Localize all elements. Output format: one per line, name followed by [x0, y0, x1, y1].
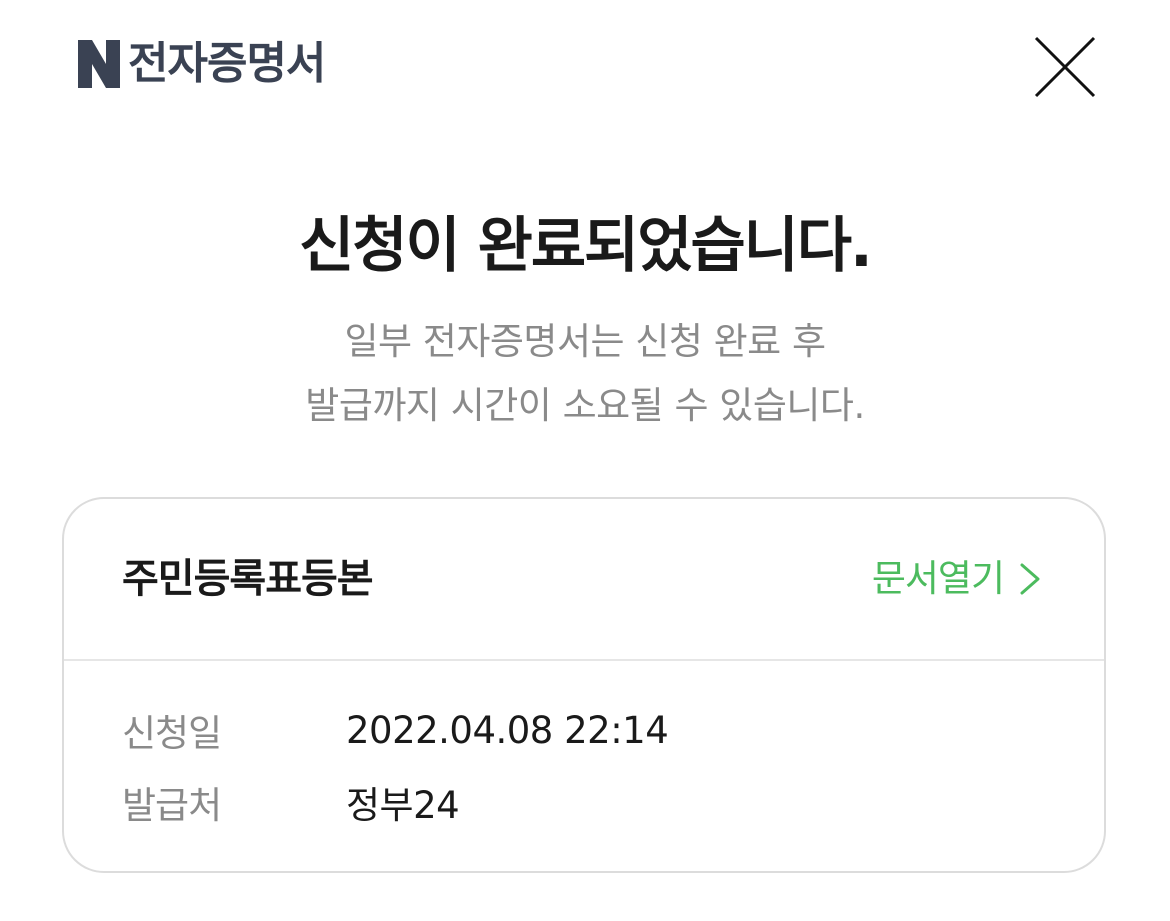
detail-value: 2022.04.08 22:14	[346, 708, 669, 752]
document-card-header: 주민등록표등본 문서열기	[64, 499, 1104, 661]
document-title: 주민등록표등본	[122, 556, 374, 602]
detail-row-issuer: 발급처 정부24	[122, 774, 460, 830]
brand-title: 전자증명서	[128, 38, 326, 89]
naver-n-logo-icon	[78, 40, 120, 88]
brand: 전자증명서	[78, 38, 326, 90]
detail-value: 정부24	[346, 784, 460, 827]
open-document-button[interactable]: 문서열기	[872, 549, 1042, 609]
chevron-right-icon	[1020, 563, 1040, 595]
app-header: 전자증명서	[0, 0, 1170, 130]
detail-row-application-date: 신청일 2022.04.08 22:14	[122, 702, 669, 758]
subtext-line-2: 발급까지 시간이 소요될 수 있습니다.	[305, 384, 865, 427]
detail-label: 신청일	[122, 712, 222, 755]
subtext-line-1: 일부 전자증명서는 신청 완료 후	[344, 320, 826, 363]
document-card: 주민등록표등본 문서열기 신청일 2022.04.08 22:14 발급처 정부…	[62, 497, 1106, 873]
detail-label: 발급처	[122, 784, 222, 827]
close-icon	[1034, 36, 1096, 98]
completion-subtext: 일부 전자증명서는 신청 완료 후 발급까지 시간이 소요될 수 있습니다.	[0, 310, 1170, 438]
open-document-label: 문서열기	[871, 557, 1005, 600]
close-button[interactable]	[1032, 34, 1098, 100]
completion-headline: 신청이 완료되었습니다.	[299, 211, 873, 281]
